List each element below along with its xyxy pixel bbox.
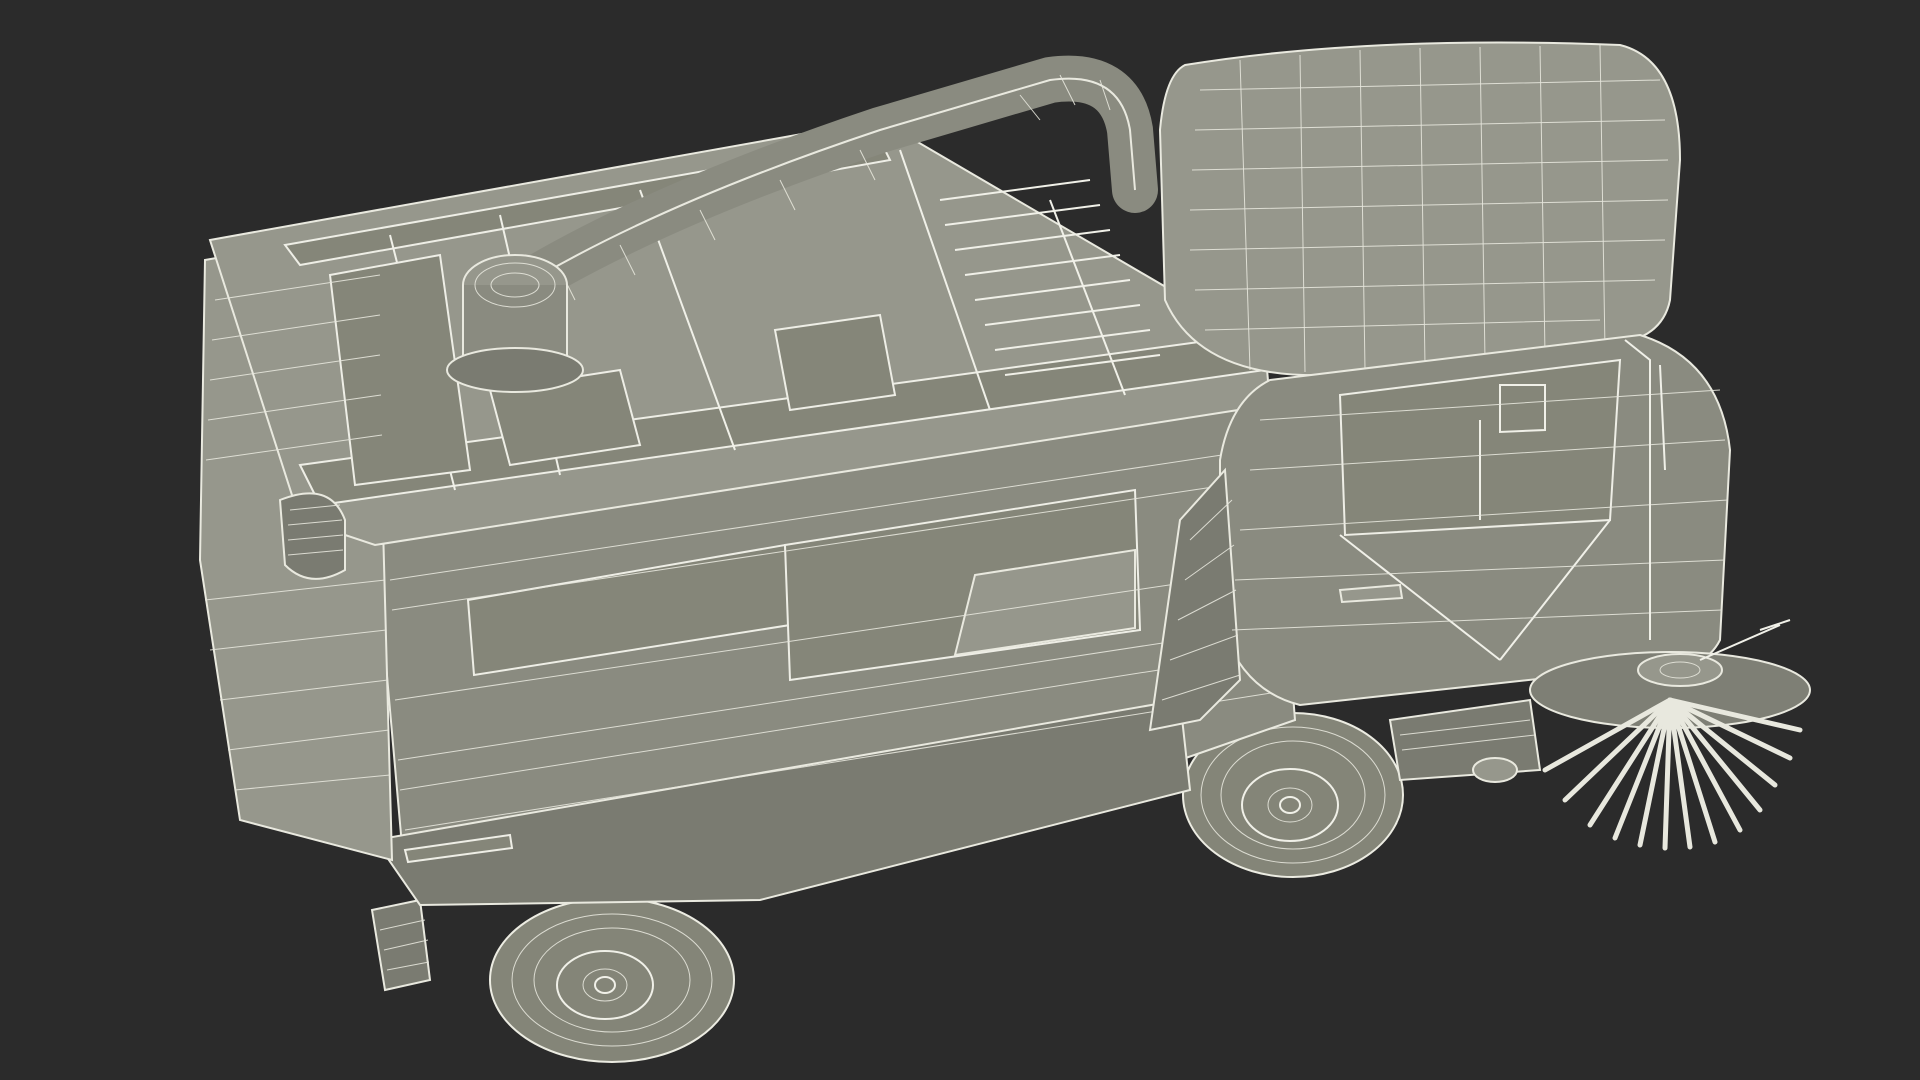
render-viewport (0, 0, 1920, 1080)
rear-wheel (489, 897, 735, 1063)
street-sweeper-wireframe-render (198, 41, 1811, 1063)
hopper-body (198, 118, 1297, 907)
rear-bumper (370, 898, 432, 992)
front-undercarriage (1388, 698, 1542, 783)
